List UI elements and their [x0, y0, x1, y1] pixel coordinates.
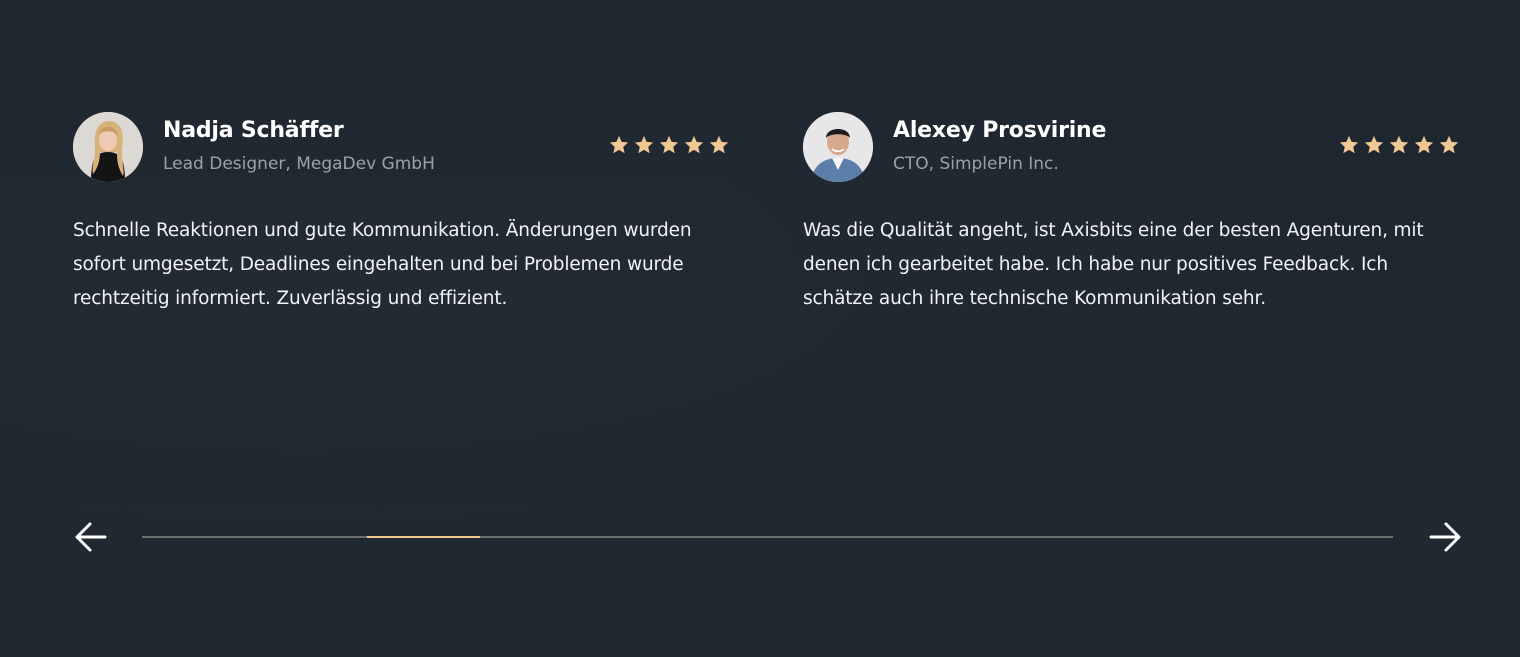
star-rating	[608, 134, 730, 156]
star-icon	[1389, 135, 1409, 154]
star-icon	[659, 135, 679, 154]
reviewer-role: Lead Designer, MegaDev GmbH	[163, 154, 435, 174]
reviewer-name: Alexey Prosvirine	[893, 118, 1107, 143]
arrow-right-icon	[1429, 522, 1461, 552]
testimonial-text: Schnelle Reaktionen und gute Kommunikati…	[73, 220, 692, 309]
star-icon	[609, 135, 629, 154]
avatar	[803, 112, 873, 182]
testimonial-text: Was die Qualität angeht, ist Axisbits ei…	[803, 220, 1424, 309]
slider-progress-indicator	[367, 536, 480, 538]
slider-progress-track[interactable]	[142, 536, 1393, 538]
prev-button[interactable]	[72, 518, 110, 556]
star-icon	[1414, 135, 1434, 154]
avatar	[73, 112, 143, 182]
star-icon	[1364, 135, 1384, 154]
reviewer-role: CTO, SimplePin Inc.	[893, 154, 1059, 174]
star-rating	[1338, 134, 1460, 156]
testimonials-section: Nadja Schäffer Lead Designer, MegaDev Gm…	[0, 0, 1520, 657]
reviewer-name: Nadja Schäffer	[163, 118, 344, 143]
star-icon	[709, 135, 729, 154]
star-icon	[1439, 135, 1459, 154]
arrow-left-icon	[75, 522, 107, 552]
star-icon	[1339, 135, 1359, 154]
star-icon	[634, 135, 654, 154]
next-button[interactable]	[1426, 518, 1464, 556]
star-icon	[684, 135, 704, 154]
